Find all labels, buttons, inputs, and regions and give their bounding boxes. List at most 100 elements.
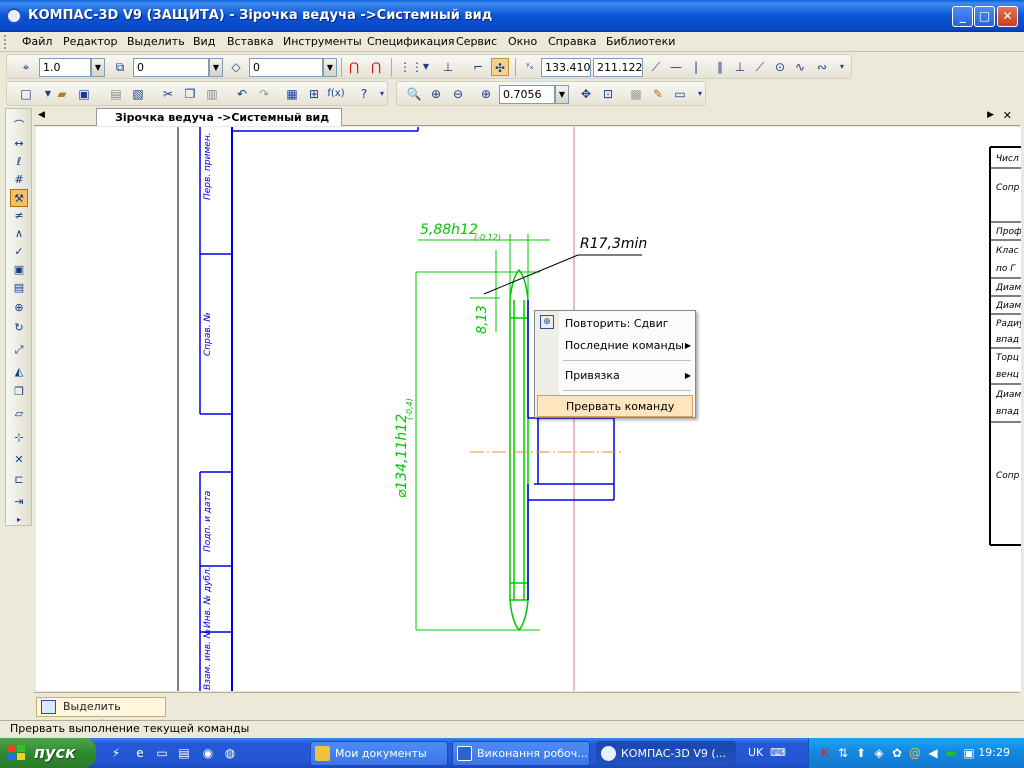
tab-document[interactable]: Зірочка ведуча ->Системный вид: [96, 108, 343, 126]
print-icon[interactable]: ▤: [107, 85, 125, 103]
task-my-documents[interactable]: Мои документы: [310, 741, 448, 766]
compact-more-icon[interactable]: ▸: [10, 511, 28, 529]
menu-insert[interactable]: Вставка: [227, 35, 274, 48]
quicklaunch-ie-icon[interactable]: e: [132, 745, 148, 761]
deform-icon[interactable]: ▱: [10, 405, 28, 423]
start-button[interactable]: пуск: [0, 738, 96, 768]
extend-icon[interactable]: ⇥: [10, 493, 28, 511]
copy-tool-icon[interactable]: ❐: [10, 383, 28, 401]
tray-battery-icon[interactable]: ▬: [943, 745, 959, 761]
variables-icon[interactable]: ⊞: [305, 85, 323, 103]
x-coordinate-field[interactable]: 133.410: [541, 58, 591, 77]
view-state-icon[interactable]: ◇: [227, 58, 245, 76]
tray-kaspersky-icon[interactable]: K: [817, 745, 833, 761]
new-document-icon[interactable]: □: [17, 85, 35, 103]
print-preview-icon[interactable]: ▧: [129, 85, 147, 103]
symbols-icon[interactable]: ℓ: [10, 153, 28, 171]
language-indicator[interactable]: UK: [748, 746, 763, 759]
menu-select[interactable]: Выделить: [127, 35, 185, 48]
tangent-icon[interactable]: ⟋: [751, 58, 769, 76]
cursor-cross-icon[interactable]: ⌖: [17, 58, 35, 76]
zoom-in-icon[interactable]: ⊕: [427, 85, 445, 103]
spec-icon[interactable]: ▤: [10, 279, 28, 297]
menu-file[interactable]: Файл: [22, 35, 52, 48]
tray-security-icon[interactable]: ◈: [871, 745, 887, 761]
editing-icon[interactable]: ⚒: [10, 189, 28, 207]
associative-views-icon[interactable]: ▣: [10, 261, 28, 279]
local-snap-icon[interactable]: ⋂: [367, 58, 385, 76]
kompas-app-icon[interactable]: [6, 8, 22, 24]
zoom-window-icon[interactable]: 🔍: [405, 85, 423, 103]
tab-close-icon[interactable]: ✕: [1003, 109, 1012, 122]
linewidth-field[interactable]: 1.0: [39, 58, 91, 77]
pan-icon[interactable]: ✥: [577, 85, 595, 103]
open-folder-icon[interactable]: ▰: [53, 85, 71, 103]
function-fx-icon[interactable]: f(x): [327, 85, 345, 103]
clock[interactable]: 19:29: [978, 746, 1010, 759]
quicklaunch-desktop-icon[interactable]: ▭: [154, 745, 170, 761]
menu-item-recent-commands[interactable]: Последние команды ▶: [561, 335, 695, 357]
undo-icon[interactable]: ↶: [233, 85, 251, 103]
point-icon[interactable]: ⊙: [771, 58, 789, 76]
save-icon[interactable]: ▣: [75, 85, 93, 103]
quicklaunch-kompas-icon[interactable]: ⚡: [108, 745, 124, 761]
scale-icon[interactable]: ⤢: [10, 341, 28, 359]
refresh-icon[interactable]: ▩: [627, 85, 645, 103]
toolbar2-options-icon[interactable]: ▾: [373, 85, 391, 103]
tray-update-icon[interactable]: ⬆: [853, 745, 869, 761]
layer-field[interactable]: 0: [133, 58, 209, 77]
menu-item-repeat[interactable]: Повторить: Сдвиг: [561, 313, 695, 335]
layers-icon[interactable]: ⧉: [111, 58, 129, 76]
close-button[interactable]: ✕: [997, 6, 1018, 27]
layer-dropdown-icon[interactable]: ▼: [209, 58, 223, 77]
line-tool-icon[interactable]: ⟋: [647, 58, 665, 76]
rotate-icon[interactable]: ↻: [10, 319, 28, 337]
parameterization-icon[interactable]: ≠: [10, 207, 28, 225]
show-all-icon[interactable]: ⊡: [599, 85, 617, 103]
local-cs-icon[interactable]: ⊥: [439, 58, 457, 76]
quicklaunch-firefox-icon[interactable]: ◍: [222, 745, 238, 761]
tray-monitor-icon[interactable]: ▣: [961, 745, 977, 761]
menu-help[interactable]: Справка: [548, 35, 596, 48]
menu-service[interactable]: Сервис: [456, 35, 497, 48]
properties-icon[interactable]: ✎: [649, 85, 667, 103]
spline-icon[interactable]: ∾: [813, 58, 831, 76]
trim-icon[interactable]: ⊹: [10, 429, 28, 447]
drawing-canvas[interactable]: Перв. примен. Справ. № Подп. и дата Инв.…: [36, 127, 1021, 691]
copy-icon[interactable]: ❐: [181, 85, 199, 103]
menu-grip[interactable]: [4, 35, 7, 49]
menu-specification[interactable]: Спецификация: [367, 35, 454, 48]
break-icon[interactable]: ✕: [10, 451, 28, 469]
task-kompas[interactable]: КОМПАС-3D V9 (...: [596, 741, 736, 766]
tab-scroll-right-icon[interactable]: ▶: [987, 110, 994, 120]
bisector-icon[interactable]: ∿: [791, 58, 809, 76]
menu-tools[interactable]: Инструменты: [283, 35, 362, 48]
snap-magnet-icon[interactable]: ⋂: [345, 58, 363, 76]
layout-icon[interactable]: ▭: [671, 85, 689, 103]
task-word-document[interactable]: Виконання робоч...: [452, 741, 590, 766]
move-icon[interactable]: ⊕: [10, 299, 28, 317]
menu-edit[interactable]: Редактор: [63, 35, 118, 48]
minimize-button[interactable]: _: [952, 6, 973, 27]
toolbar-options-icon[interactable]: ▾: [833, 58, 851, 76]
linewidth-dropdown-icon[interactable]: ▼: [91, 58, 105, 77]
menu-item-abort-command[interactable]: Прервать команду: [537, 395, 693, 417]
zoom-out-icon[interactable]: ⊖: [449, 85, 467, 103]
round-icon[interactable]: ✣: [491, 58, 509, 76]
ortho-icon[interactable]: ⌐: [469, 58, 487, 76]
fillet-icon[interactable]: ⊏: [10, 471, 28, 489]
y-coordinate-field[interactable]: 211.122: [593, 58, 643, 77]
toolbar3-options-icon[interactable]: ▾: [691, 85, 709, 103]
measure-icon[interactable]: ∧: [10, 225, 28, 243]
menu-window[interactable]: Окно: [508, 35, 537, 48]
quicklaunch-media-icon[interactable]: ◉: [200, 745, 216, 761]
menu-view[interactable]: Вид: [193, 35, 215, 48]
menu-libraries[interactable]: Библиотеки: [606, 35, 675, 48]
tray-network-icon[interactable]: ⇅: [835, 745, 851, 761]
paste-icon[interactable]: ▥: [203, 85, 221, 103]
tab-scroll-left-icon[interactable]: ◀: [38, 110, 45, 120]
zoom-dropdown-icon[interactable]: ▼: [555, 85, 569, 104]
maximize-button[interactable]: □: [974, 6, 995, 27]
tray-at-icon[interactable]: @: [907, 745, 923, 761]
perpendicular-icon[interactable]: ⊥: [731, 58, 749, 76]
